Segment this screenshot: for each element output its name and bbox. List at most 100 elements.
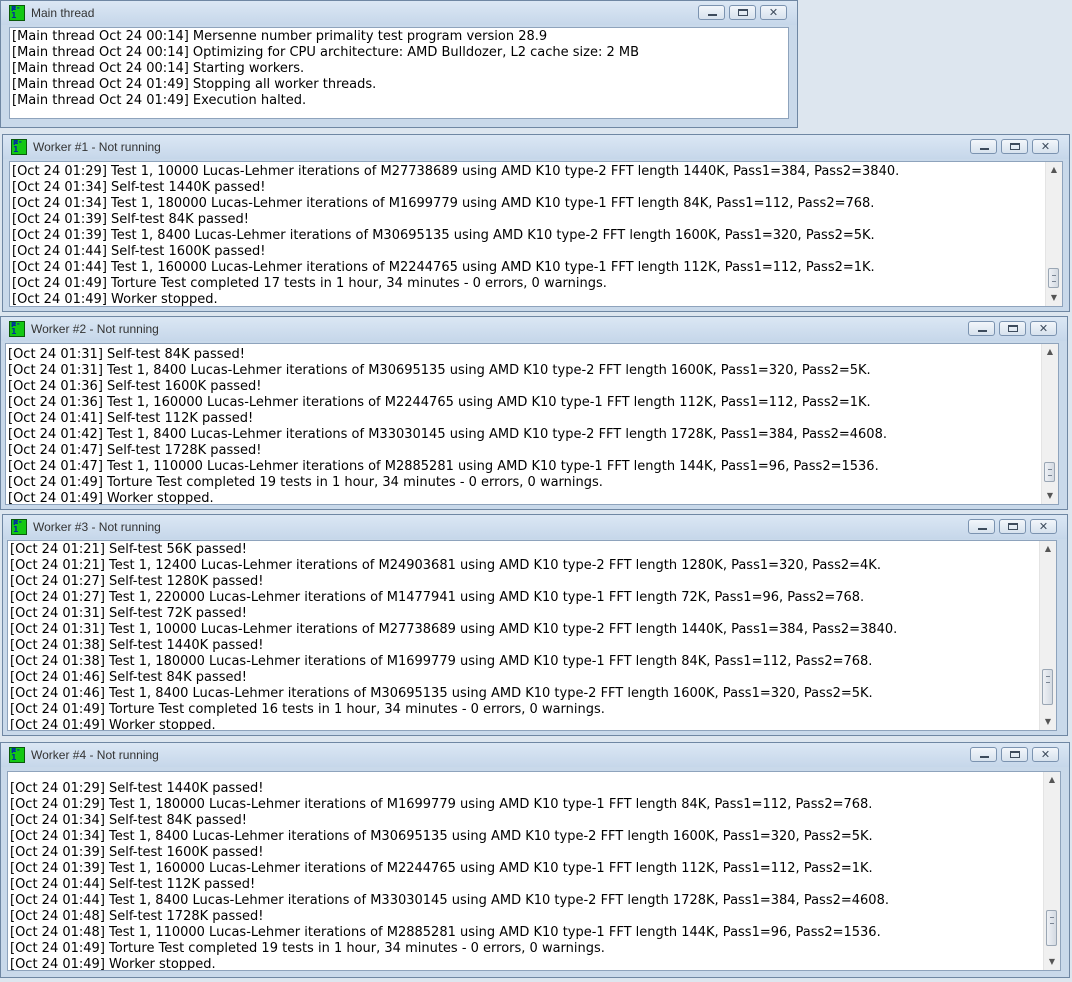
log-line: [Oct 24 01:46] Self-test 84K passed! <box>10 670 247 685</box>
maximize-button[interactable] <box>1001 747 1028 762</box>
maximize-button[interactable] <box>999 321 1026 336</box>
log-line: [Oct 24 01:31] Self-test 72K passed! <box>10 606 247 621</box>
maximize-button[interactable] <box>1001 139 1028 154</box>
log-line: [Oct 24 01:41] Self-test 112K passed! <box>8 411 254 426</box>
scroll-thumb[interactable] <box>1048 268 1059 288</box>
scroll-down-icon[interactable]: ▼ <box>1040 715 1056 729</box>
log-line: [Oct 24 01:31] Test 1, 10000 Lucas-Lehme… <box>10 622 898 637</box>
log-line: [Oct 24 01:34] Self-test 84K passed! <box>10 813 247 828</box>
scroll-up-icon[interactable]: ▲ <box>1046 163 1062 177</box>
scroll-thumb[interactable] <box>1046 910 1057 946</box>
log-line: [Oct 24 01:42] Test 1, 8400 Lucas-Lehmer… <box>8 427 887 442</box>
log-lines: [Oct 24 01:29] Test 1, 10000 Lucas-Lehme… <box>10 164 1045 307</box>
window-title: Worker #1 - Not running <box>33 140 161 154</box>
log-area[interactable]: [Main thread Oct 24 00:14] Mersenne numb… <box>9 27 789 119</box>
log-line: [Oct 24 01:34] Test 1, 8400 Lucas-Lehmer… <box>10 829 873 844</box>
log-line: [Oct 24 01:39] Self-test 1600K passed! <box>10 845 264 860</box>
log-line: [Oct 24 01:29] Test 1, 180000 Lucas-Lehm… <box>10 797 873 812</box>
close-button[interactable]: ✕ <box>1030 321 1057 336</box>
vertical-scrollbar[interactable]: ▲ ▼ <box>1045 162 1062 306</box>
log-line: [Oct 24 01:38] Self-test 1440K passed! <box>10 638 264 653</box>
close-button[interactable]: ✕ <box>1032 139 1059 154</box>
prime95-app-icon: P 2-1 <box>11 519 27 535</box>
worker-1-window: P 2-1 Worker #1 - Not running ✕ [Oct 24 0… <box>2 134 1070 312</box>
minimize-button[interactable] <box>698 5 725 20</box>
log-line: [Oct 24 01:48] Test 1, 110000 Lucas-Lehm… <box>10 925 881 940</box>
minimize-button[interactable] <box>968 321 995 336</box>
log-line: [Oct 24 01:49] Worker stopped. <box>10 718 216 731</box>
window-title: Worker #4 - Not running <box>31 748 159 762</box>
log-line: [Oct 24 01:39] Self-test 84K passed! <box>12 212 249 227</box>
window-title: Main thread <box>31 6 95 20</box>
scroll-up-icon[interactable]: ▲ <box>1042 345 1058 359</box>
close-button[interactable]: ✕ <box>1032 747 1059 762</box>
log-line: [Oct 24 01:29] Test 1, 10000 Lucas-Lehme… <box>12 164 900 179</box>
scroll-down-icon[interactable]: ▼ <box>1046 291 1062 305</box>
title-bar[interactable]: P 2-1 Worker #3 - Not running ✕ <box>3 515 1067 539</box>
worker-3-window: P 2-1 Worker #3 - Not running ✕ [Oct 24 0… <box>2 514 1068 736</box>
log-line: [Oct 24 01:34] Test 1, 180000 Lucas-Lehm… <box>12 196 875 211</box>
log-line: [Oct 24 01:36] Test 1, 160000 Lucas-Lehm… <box>8 395 871 410</box>
log-line: [Main thread Oct 24 00:14] Optimizing fo… <box>12 45 640 60</box>
prime95-app-icon: P 2-1 <box>9 747 25 763</box>
prime95-app-icon: P 2-1 <box>9 5 25 21</box>
log-area[interactable]: [Oct 24 01:29] Self-test 1440K passed! [O… <box>7 771 1061 971</box>
minimize-button[interactable] <box>968 519 995 534</box>
scroll-down-icon[interactable]: ▼ <box>1042 489 1058 503</box>
vertical-scrollbar[interactable]: ▲ ▼ <box>1043 772 1060 970</box>
vertical-scrollbar[interactable]: ▲ ▼ <box>1039 541 1056 730</box>
log-area[interactable]: [Oct 24 01:21] Self-test 56K passed! [Oct… <box>7 540 1057 731</box>
log-line: [Oct 24 01:34] Self-test 1440K passed! <box>12 180 266 195</box>
maximize-icon <box>738 9 748 16</box>
close-button[interactable]: ✕ <box>1030 519 1057 534</box>
log-line: [Main thread Oct 24 01:49] Execution hal… <box>12 93 307 108</box>
log-area[interactable]: [Oct 24 01:31] Self-test 84K passed! [Oct… <box>5 343 1059 505</box>
close-button[interactable]: ✕ <box>760 5 787 20</box>
maximize-button[interactable] <box>999 519 1026 534</box>
prime95-app-icon: P 2-1 <box>9 321 25 337</box>
scroll-down-icon[interactable]: ▼ <box>1044 955 1060 969</box>
log-line: [Oct 24 01:21] Self-test 56K passed! <box>10 542 247 557</box>
title-bar[interactable]: P 2-1 Main thread ✕ <box>1 1 797 25</box>
main-thread-window: P 2-1 Main thread ✕ [Main thread Oct 24 0… <box>0 0 798 128</box>
scroll-up-icon[interactable]: ▲ <box>1040 542 1056 556</box>
log-line: [Oct 24 01:49] Worker stopped. <box>12 292 218 307</box>
minimize-button[interactable] <box>970 747 997 762</box>
vertical-scrollbar[interactable]: ▲ ▼ <box>1041 344 1058 504</box>
log-line: [Oct 24 01:49] Torture Test completed 17… <box>12 276 607 291</box>
log-line: [Oct 24 01:44] Self-test 1600K passed! <box>12 244 266 259</box>
log-line: [Oct 24 01:49] Torture Test completed 16… <box>10 702 605 717</box>
window-title: Worker #3 - Not running <box>33 520 161 534</box>
maximize-icon <box>1010 143 1020 150</box>
maximize-button[interactable] <box>729 5 756 20</box>
worker-2-window: P 2-1 Worker #2 - Not running ✕ [Oct 24 0… <box>0 316 1068 510</box>
log-line: [Oct 24 01:31] Self-test 84K passed! <box>8 347 245 362</box>
title-bar[interactable]: P 2-1 Worker #4 - Not running ✕ <box>1 743 1069 767</box>
scroll-up-icon[interactable]: ▲ <box>1044 773 1060 787</box>
log-line: [Oct 24 01:49] Worker stopped. <box>10 957 216 971</box>
log-line: [Oct 24 01:36] Self-test 1600K passed! <box>8 379 262 394</box>
minimize-icon <box>708 14 717 16</box>
log-line: [Oct 24 01:27] Test 1, 220000 Lucas-Lehm… <box>10 590 865 605</box>
maximize-icon <box>1010 751 1020 758</box>
log-line: [Oct 24 01:48] Self-test 1728K passed! <box>10 909 264 924</box>
minimize-button[interactable] <box>970 139 997 154</box>
maximize-icon <box>1008 325 1018 332</box>
close-icon: ✕ <box>1040 140 1051 153</box>
minimize-icon <box>978 528 987 530</box>
log-area[interactable]: [Oct 24 01:29] Test 1, 10000 Lucas-Lehme… <box>9 161 1063 307</box>
prime95-app-icon: P 2-1 <box>11 139 27 155</box>
log-lines: [Oct 24 01:31] Self-test 84K passed! [Oct… <box>6 347 1041 504</box>
log-line: [Oct 24 01:21] Test 1, 12400 Lucas-Lehme… <box>10 558 881 573</box>
scroll-thumb[interactable] <box>1044 462 1055 482</box>
title-bar[interactable]: P 2-1 Worker #1 - Not running ✕ <box>3 135 1069 159</box>
minimize-icon <box>980 756 989 758</box>
title-bar[interactable]: P 2-1 Worker #2 - Not running ✕ <box>1 317 1067 341</box>
log-line: [Oct 24 01:47] Test 1, 110000 Lucas-Lehm… <box>8 459 879 474</box>
log-lines: [Main thread Oct 24 00:14] Mersenne numb… <box>10 29 788 109</box>
log-lines: [Oct 24 01:29] Self-test 1440K passed! [O… <box>8 781 1043 971</box>
scroll-thumb[interactable] <box>1042 669 1053 705</box>
minimize-icon <box>980 148 989 150</box>
log-line: [Main thread Oct 24 01:49] Stopping all … <box>12 77 377 92</box>
maximize-icon <box>1008 523 1018 530</box>
